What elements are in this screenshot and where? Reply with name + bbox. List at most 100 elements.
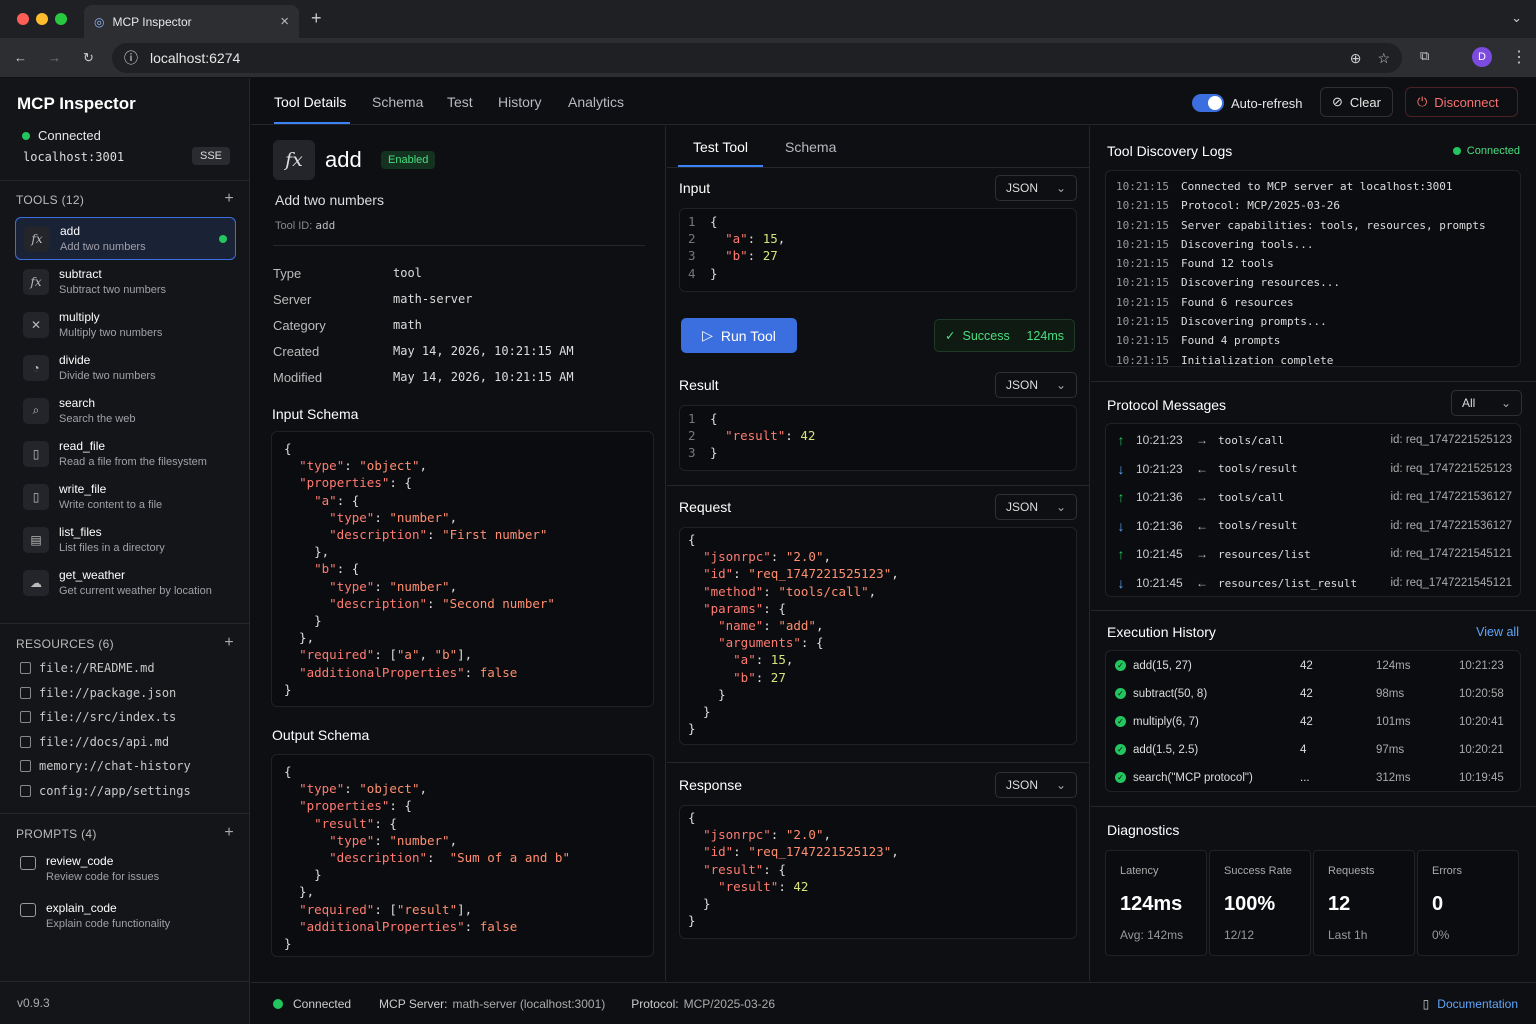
- reload-icon[interactable]: ↻: [83, 50, 94, 66]
- property-value: May 14, 2026, 10:21:15 AM: [393, 344, 574, 358]
- prompt-item-review_code[interactable]: review_code Review code for issues: [20, 854, 159, 883]
- tool-item-search[interactable]: ⌕ search Search the web: [15, 389, 236, 432]
- message-method: resources/list: [1218, 547, 1311, 561]
- settings-icon: [20, 784, 31, 797]
- history-row[interactable]: ✓ search("MCP protocol")... 312ms 10:19:45: [1106, 764, 1522, 792]
- result-format-value: JSON: [1006, 378, 1039, 392]
- tab-schema[interactable]: Schema: [372, 94, 423, 110]
- browser-menu-icon[interactable]: ⋮: [1511, 47, 1527, 67]
- history-time: 10:21:23: [1459, 660, 1504, 672]
- log-entry: 10:21:15 Discovering resources...: [1116, 273, 1510, 292]
- forward-icon[interactable]: →: [48, 50, 61, 65]
- resource-item[interactable]: file://src/index.ts: [20, 710, 176, 724]
- protocol-message-row[interactable]: ↑ 10:21:23 → tools/call id: req_174722152512…: [1106, 426, 1522, 454]
- minimize-window-button[interactable]: [36, 13, 48, 25]
- diagnostic-value: 0: [1432, 893, 1444, 915]
- tab-tool-details[interactable]: Tool Details: [274, 94, 346, 110]
- tab-history[interactable]: History: [498, 94, 542, 110]
- check-circle-icon: ✓: [1115, 772, 1126, 783]
- tool-description: Add two numbers: [60, 241, 146, 253]
- log-entry: 10:21:15 Protocol: MCP/2025-03-26: [1116, 196, 1510, 215]
- protocol-message-row[interactable]: ↓ 10:21:23 ← tools/result id: req_1747221525…: [1106, 455, 1522, 483]
- result-format-select[interactable]: JSON ⌄: [995, 372, 1077, 398]
- back-icon[interactable]: ←: [14, 50, 27, 65]
- tab-search-chevron-icon[interactable]: ⌄: [1511, 10, 1522, 26]
- tool-item-read_file[interactable]: ▯ read_file Read a file from the filesyste…: [15, 432, 236, 475]
- tool-item-multiply[interactable]: ✕ multiply Multiply two numbers: [15, 303, 236, 346]
- history-call: search("MCP protocol"): [1133, 772, 1253, 784]
- resource-item[interactable]: file://package.json: [20, 686, 176, 700]
- tool-name: list_files: [59, 525, 102, 539]
- history-row[interactable]: ✓ add(15, 27) 42 124ms 10:21:23: [1106, 652, 1522, 680]
- new-tab-icon[interactable]: +: [311, 8, 322, 29]
- history-row[interactable]: ✓ multiply(6, 7) 42 101ms 10:20:41: [1106, 708, 1522, 736]
- protocol-message-row[interactable]: ↓ 10:21:36 ← tools/result id: req_1747221536…: [1106, 512, 1522, 540]
- response-format-select[interactable]: JSON ⌄: [995, 772, 1077, 798]
- clear-icon: ⊘: [1332, 94, 1343, 109]
- protocol-filter-value: All: [1462, 396, 1476, 410]
- profile-avatar[interactable]: D: [1472, 47, 1492, 67]
- tab-close-icon[interactable]: ×: [280, 13, 289, 30]
- tab-test[interactable]: Test: [447, 94, 473, 110]
- tool-item-list_files[interactable]: ▤ list_files List files in a directory: [15, 518, 236, 561]
- bookmark-star-icon[interactable]: ☆: [1377, 50, 1390, 67]
- resource-item[interactable]: file://README.md: [20, 661, 155, 675]
- history-row[interactable]: ✓ subtract(50, 8) 42 98ms 10:20:58: [1106, 680, 1522, 708]
- address-bar[interactable]: ⓘ localhost:6274 ⊕ ☆: [112, 43, 1402, 73]
- documentation-link[interactable]: Documentation: [1437, 997, 1518, 1011]
- log-time: 10:21:15: [1116, 257, 1169, 271]
- protocol-message-row[interactable]: ↓ 10:21:45 ← resources/list_result id: req_1…: [1106, 569, 1522, 597]
- add-tool-icon[interactable]: +: [224, 191, 234, 207]
- extensions-icon[interactable]: ⧉: [1420, 48, 1429, 64]
- log-time: 10:21:15: [1116, 237, 1169, 251]
- prompt-item-explain_code[interactable]: explain_code Explain code functionality: [20, 901, 170, 930]
- input-format-select[interactable]: JSON ⌄: [995, 175, 1077, 201]
- history-time: 10:20:41: [1459, 716, 1504, 728]
- success-indicator: ✓ Success 124ms: [934, 319, 1075, 352]
- add-prompt-icon[interactable]: +: [224, 825, 234, 841]
- resource-item[interactable]: config://app/settings: [20, 784, 191, 798]
- protocol-message-row[interactable]: ↑ 10:21:45 → resources/list id: req_17472215…: [1106, 540, 1522, 568]
- divider: [0, 180, 249, 181]
- message-id: id: req_1747221525123: [1390, 462, 1512, 475]
- check-circle-icon: ✓: [1115, 744, 1126, 755]
- input-json-editor[interactable]: 1{ 2 "a": 15, 3 "b": 27 4}: [679, 208, 1077, 292]
- log-time: 10:21:15: [1116, 315, 1169, 329]
- file-icon: [20, 662, 31, 674]
- close-window-button[interactable]: [17, 13, 29, 25]
- request-format-select[interactable]: JSON ⌄: [995, 494, 1077, 520]
- tab-analytics[interactable]: Analytics: [568, 94, 624, 110]
- resource-item[interactable]: memory://chat-history: [20, 759, 191, 773]
- tool-item-get_weather[interactable]: ☁ get_weather Get current weather by locat…: [15, 561, 236, 604]
- power-icon: ⏻: [1417, 94, 1428, 109]
- history-call: add(15, 27): [1133, 660, 1192, 672]
- resource-uri: file://README.md: [39, 661, 155, 675]
- tool-item-subtract[interactable]: fx subtract Subtract two numbers: [15, 260, 236, 303]
- resource-uri: config://app/settings: [39, 783, 191, 798]
- auto-refresh-toggle[interactable]: [1192, 94, 1224, 112]
- tab-test-tool[interactable]: Test Tool: [693, 139, 748, 155]
- protocol-message-row[interactable]: ↑ 10:21:36 → tools/call id: req_174722153612…: [1106, 483, 1522, 511]
- zoom-icon[interactable]: ⊕: [1350, 50, 1362, 67]
- view-all-link[interactable]: View all: [1476, 625, 1519, 639]
- clear-button[interactable]: ⊘ Clear: [1320, 87, 1393, 117]
- resource-item[interactable]: file://docs/api.md: [20, 735, 169, 749]
- site-info-icon[interactable]: ⓘ: [124, 48, 138, 68]
- run-tool-button[interactable]: ▷ Run Tool: [681, 318, 797, 353]
- property-row: Modified May 14, 2026, 10:21:15 AM: [273, 370, 574, 385]
- tab-test-schema[interactable]: Schema: [785, 139, 836, 155]
- browser-tab[interactable]: ◎ MCP Inspector ×: [84, 5, 299, 38]
- maximize-window-button[interactable]: [55, 13, 67, 25]
- tool-name: divide: [59, 353, 91, 367]
- disconnect-button[interactable]: ⏻ Disconnect: [1405, 87, 1518, 117]
- tool-item-write_file[interactable]: ▯ write_file Write content to a file: [15, 475, 236, 518]
- protocol-filter-select[interactable]: All ⌄: [1451, 390, 1522, 416]
- add-resource-icon[interactable]: +: [224, 635, 234, 651]
- message-time: 10:21:36: [1136, 518, 1183, 533]
- tool-item-divide[interactable]: ◔ divide Divide two numbers: [15, 346, 236, 389]
- history-row[interactable]: ✓ add(1.5, 2.5) 4 97ms 10:20:21: [1106, 736, 1522, 764]
- message-time: 10:21:45: [1136, 576, 1183, 590]
- main-tabs-bar: Tool Details Schema Test History Analyti…: [251, 78, 1536, 125]
- tool-item-add[interactable]: fx add Add two numbers: [15, 217, 236, 260]
- property-value: math: [393, 318, 422, 332]
